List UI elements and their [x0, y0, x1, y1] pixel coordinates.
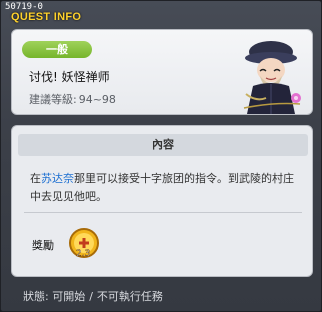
status-state: 狀態: 可開始: [23, 290, 86, 303]
npc-monk-portrait-icon: [243, 41, 301, 114]
quest-header-panel: 一般 讨伐! 妖怪禅师 建議等級: 94~98: [11, 29, 313, 115]
quest-description: 在苏达奈那里可以接受十字旅团的指令。到武陵的村庄中去见见他吧。: [30, 170, 300, 206]
quest-level: 建議等級: 94~98: [29, 91, 116, 107]
status-separator: /: [89, 290, 93, 303]
content-divider: [24, 212, 302, 213]
quest-info-window: 50719-0 QUEST INFO 一般 讨伐! 妖怪禅师 建議等級: 94~9…: [0, 0, 322, 312]
quest-name: 讨伐! 妖怪禅师: [29, 70, 110, 84]
exp-coin-icon[interactable]: 2.3: [67, 226, 101, 260]
status-other: 不可執行任務: [96, 290, 163, 303]
reward-label: 獎勵: [32, 239, 54, 252]
description-prefix: 在: [30, 172, 41, 185]
quest-level-value: 94~98: [78, 93, 116, 106]
quest-content-panel: 內容 在苏达奈那里可以接受十字旅团的指令。到武陵的村庄中去见见他吧。 獎勵 2.…: [11, 125, 313, 277]
npc-name-link[interactable]: 苏达奈: [41, 172, 74, 185]
quest-level-label: 建議等級:: [29, 93, 77, 106]
quest-status: 狀態: 可開始 / 不可執行任務: [23, 288, 163, 304]
content-header: 內容: [18, 134, 308, 156]
reward-item-count: 2.3: [76, 249, 90, 259]
quest-category-badge: 一般: [22, 41, 92, 58]
window-title: QUEST INFO: [11, 11, 82, 23]
